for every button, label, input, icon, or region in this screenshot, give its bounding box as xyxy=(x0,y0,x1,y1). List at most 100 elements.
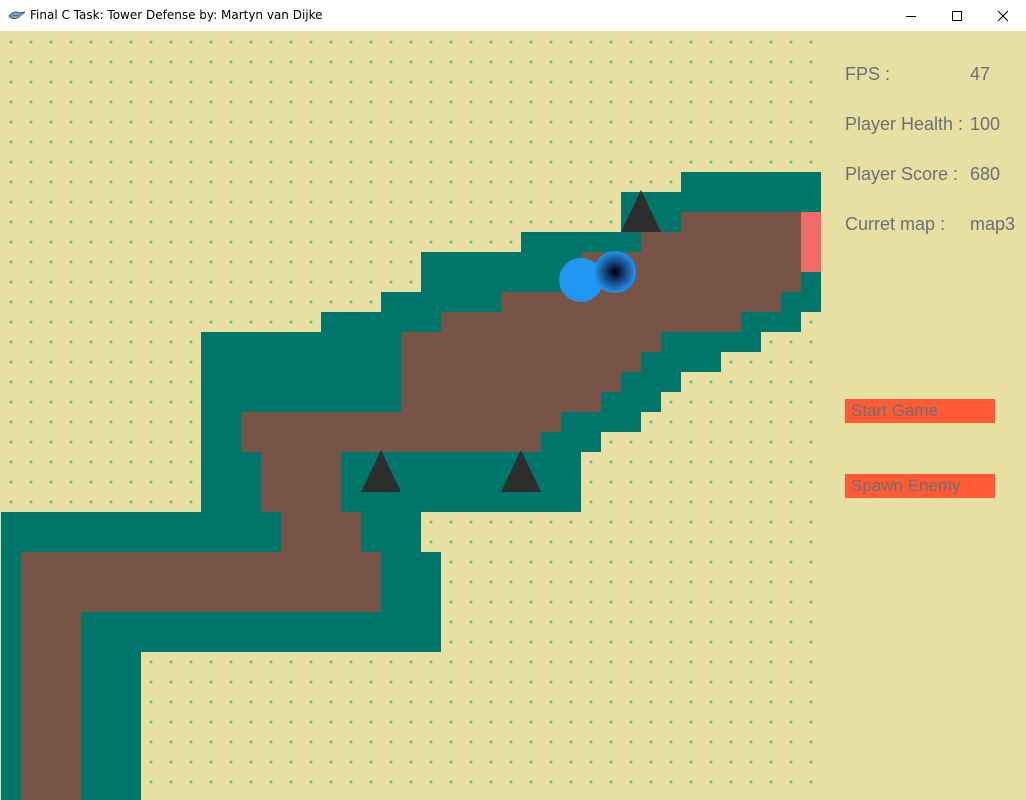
grass-tile xyxy=(201,392,401,412)
path-tile xyxy=(401,372,621,392)
player-health-value: 100 xyxy=(970,114,1001,134)
path-tile xyxy=(401,332,661,352)
grass-tile xyxy=(81,792,141,800)
grass-tile xyxy=(1,532,281,552)
grass-tile xyxy=(81,632,441,652)
current-map-label: Curret map : xyxy=(845,214,946,234)
grass-tile xyxy=(1,772,21,792)
grass-tile xyxy=(1,792,21,800)
grass-tile xyxy=(1,552,21,572)
current-map-value: map3 xyxy=(970,214,1016,234)
maximize-button[interactable] xyxy=(934,0,980,31)
path-tile xyxy=(261,472,341,492)
grass-tile xyxy=(621,372,681,392)
path-tile xyxy=(21,712,81,732)
path-tile xyxy=(21,772,81,792)
grass-tile xyxy=(81,692,141,712)
grass-tile xyxy=(361,532,421,552)
minimize-icon xyxy=(906,15,916,17)
grass-tile xyxy=(381,292,501,312)
grass-tile xyxy=(1,612,21,632)
grass-tile xyxy=(321,312,441,332)
grass-tile xyxy=(781,292,821,312)
path-tile xyxy=(641,232,801,252)
grass-tile xyxy=(201,472,261,492)
grass-tile xyxy=(521,232,641,252)
grass-tile xyxy=(621,192,821,212)
minimize-button[interactable] xyxy=(888,0,934,31)
path-tile xyxy=(21,732,81,752)
grass-tile xyxy=(81,772,141,792)
grass-tile xyxy=(681,172,821,192)
grass-tile xyxy=(561,412,641,432)
close-button[interactable] xyxy=(980,0,1026,31)
spawn-enemy-button[interactable]: Spawn Enemy xyxy=(845,474,995,498)
grass-tile xyxy=(201,492,261,512)
grass-tile xyxy=(201,432,241,452)
grass-tile xyxy=(201,412,241,432)
path-tile xyxy=(501,292,781,312)
start-game-button[interactable]: Start Game xyxy=(845,399,995,423)
grass-tile xyxy=(201,332,401,352)
grass-tile xyxy=(1,672,21,692)
grass-tile xyxy=(661,332,761,352)
grass-tile xyxy=(421,252,581,272)
grass-tile xyxy=(541,432,601,452)
path-tile xyxy=(21,572,381,592)
grass-tile xyxy=(1,512,281,532)
path-tile xyxy=(281,512,361,532)
window-title-bar[interactable]: Final C Task: Tower Defense by: Martyn v… xyxy=(0,0,1026,31)
grass-tile xyxy=(381,552,441,572)
fps-label: FPS : xyxy=(845,64,891,84)
path-tile xyxy=(281,532,361,552)
grass-tile xyxy=(201,372,401,392)
close-icon xyxy=(997,10,1009,21)
path-tile xyxy=(241,412,561,432)
path-tile xyxy=(401,352,641,372)
grass-tile xyxy=(381,572,441,592)
grass-tile xyxy=(601,392,661,412)
player-score-label: Player Score : xyxy=(845,164,959,184)
path-tile xyxy=(441,312,741,332)
path-tile xyxy=(21,552,381,572)
base-tile xyxy=(801,212,821,232)
grass-tile xyxy=(1,572,21,592)
path-tile xyxy=(261,452,341,472)
path-tile xyxy=(681,212,801,232)
path-tile xyxy=(261,492,341,512)
grass-tile xyxy=(361,512,421,532)
grass-tile xyxy=(381,592,441,612)
grass-tile xyxy=(801,272,821,292)
path-tile xyxy=(241,432,541,452)
grass-tile xyxy=(1,592,21,612)
grass-tile xyxy=(1,752,21,772)
path-tile xyxy=(21,612,81,632)
game-map[interactable] xyxy=(1,32,821,800)
grass-tile xyxy=(81,752,141,772)
base-tile xyxy=(801,232,821,252)
grass-tile xyxy=(741,312,801,332)
maximize-icon xyxy=(952,10,962,21)
grass-tile xyxy=(201,452,261,472)
grass-tile xyxy=(1,712,21,732)
bird-icon xyxy=(8,11,26,20)
path-tile xyxy=(21,672,81,692)
grass-tile xyxy=(81,732,141,752)
path-tile xyxy=(21,752,81,772)
enemy xyxy=(594,251,636,293)
grass-tile xyxy=(1,732,21,752)
grass-tile xyxy=(81,712,141,732)
player-health-label: Player Health : xyxy=(845,114,964,134)
path-tile xyxy=(21,652,81,672)
grass-tile xyxy=(341,492,581,512)
path-tile xyxy=(401,392,601,412)
grass-tile xyxy=(81,612,441,632)
path-tile xyxy=(21,632,81,652)
window-title: Final C Task: Tower Defense by: Martyn v… xyxy=(30,8,323,22)
path-tile xyxy=(21,792,81,800)
grass-tile xyxy=(1,692,21,712)
grass-tile xyxy=(201,352,401,372)
fps-value: 47 xyxy=(970,64,991,84)
grass-tile xyxy=(1,632,21,652)
path-tile xyxy=(21,592,381,612)
